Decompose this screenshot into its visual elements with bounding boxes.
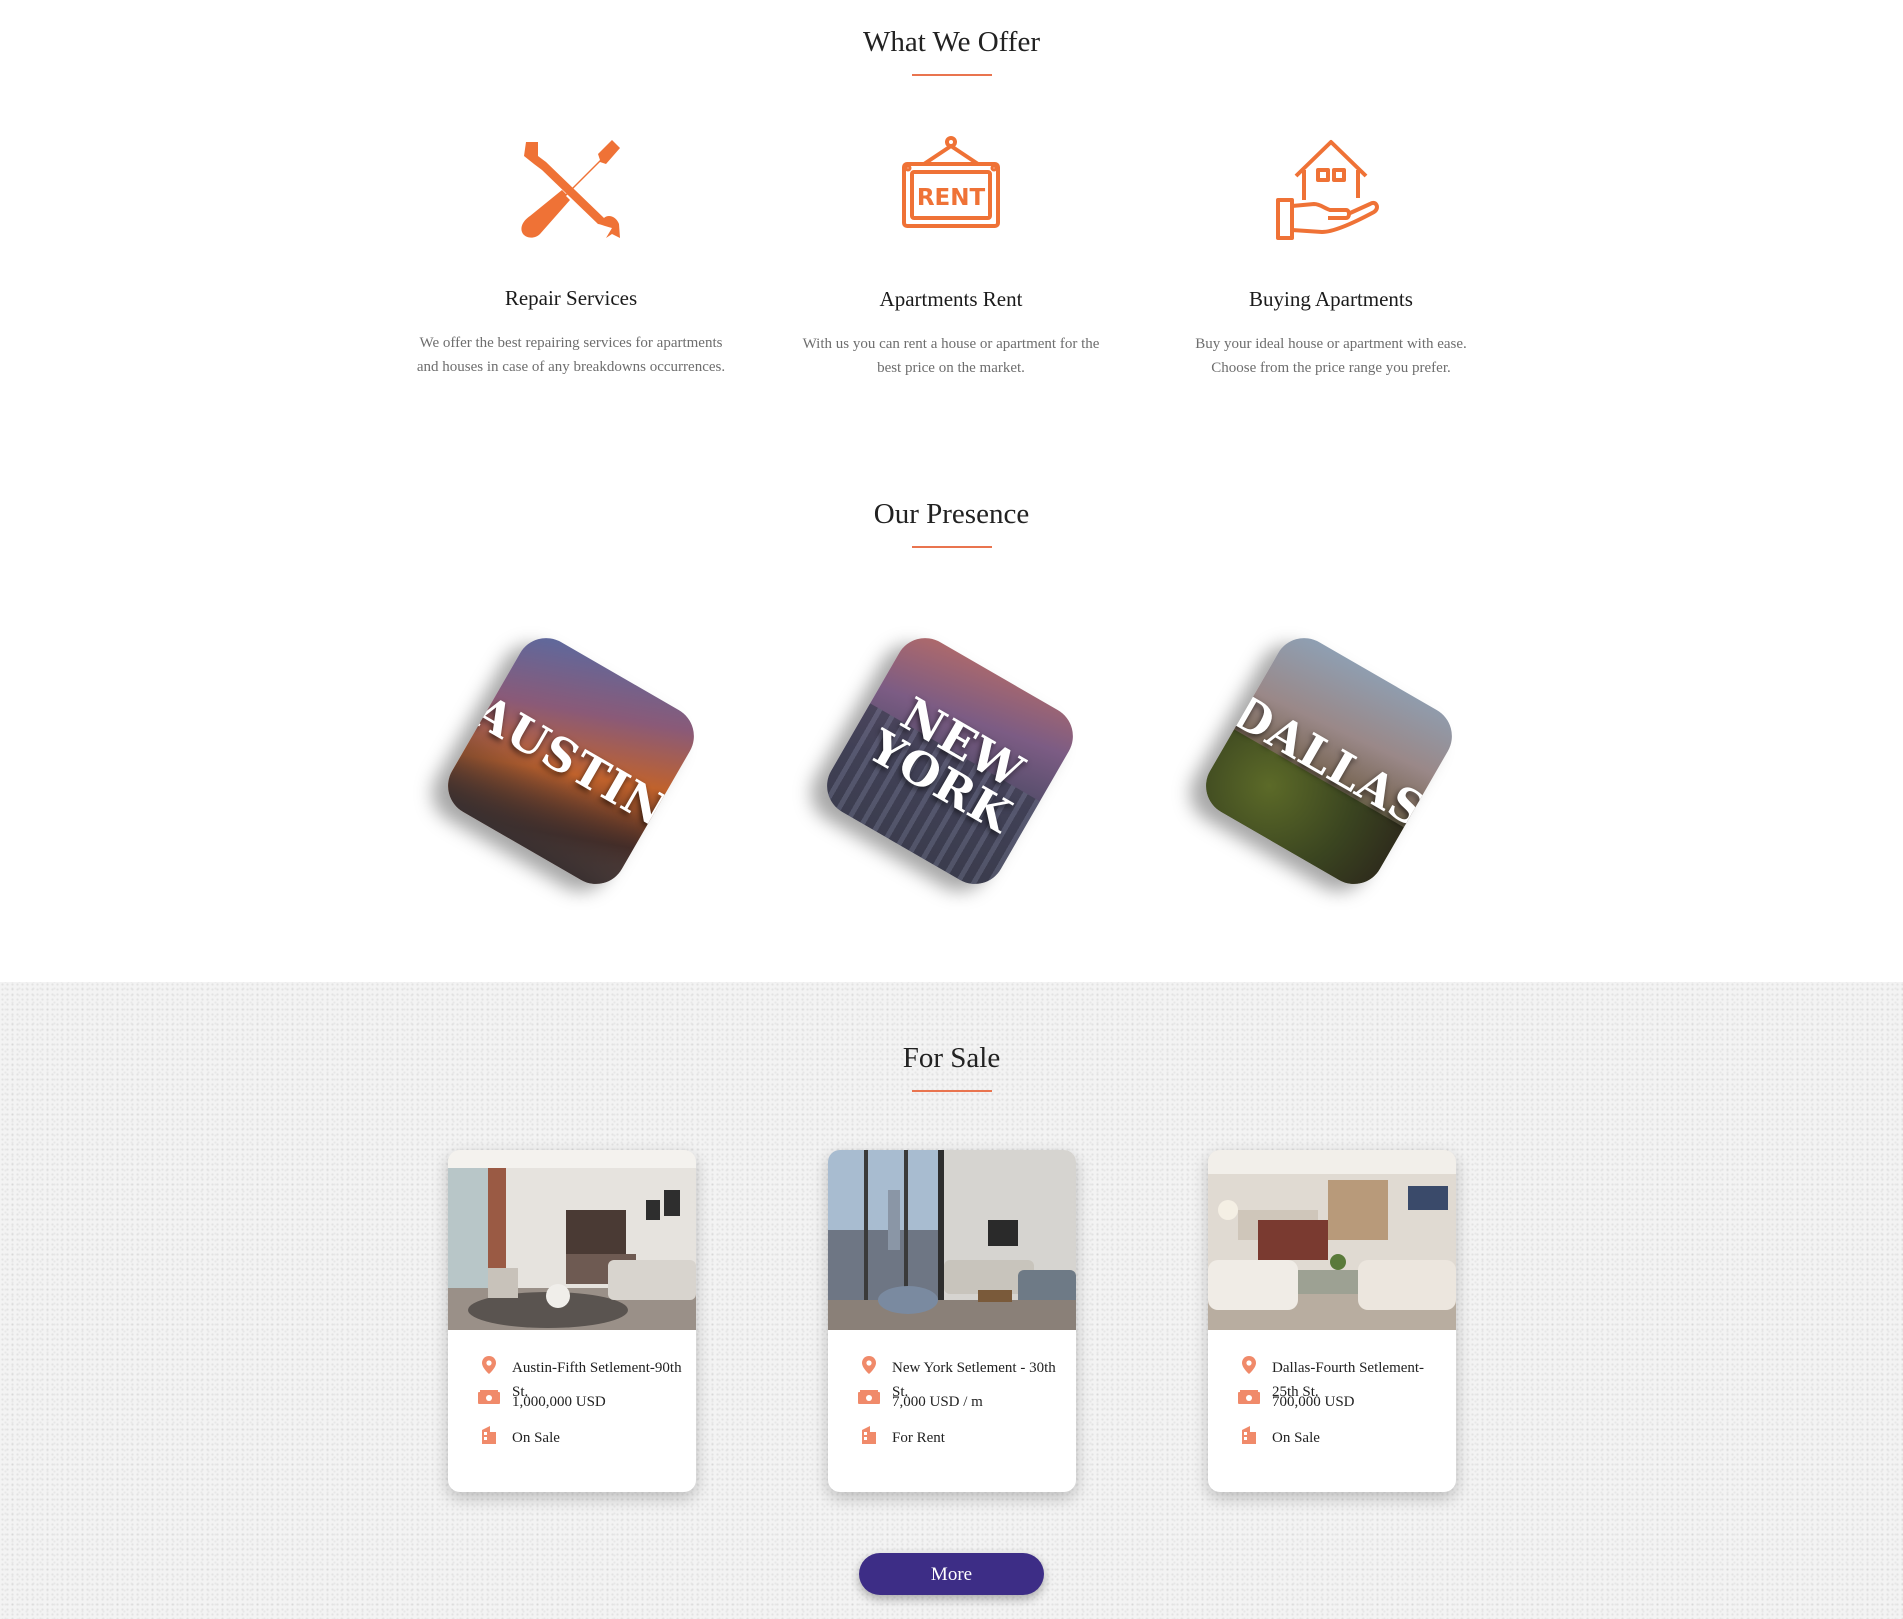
property-photo-dallas	[1208, 1150, 1456, 1330]
property-photo-austin	[448, 1150, 696, 1330]
property-price: 700,000 USD	[1272, 1394, 1355, 1410]
city-tile-new-york[interactable]: NEW YORK	[816, 627, 1084, 895]
property-status: On Sale	[512, 1430, 560, 1446]
building-icon	[862, 1426, 876, 1444]
property-card-dallas[interactable]: Dallas-Fourth Setlement-25th St. 700,000…	[1208, 1150, 1456, 1492]
property-photo-new-york	[828, 1150, 1076, 1330]
sale-title: For Sale	[902, 1042, 1001, 1074]
property-status: For Rent	[892, 1430, 945, 1446]
house-in-hand-icon	[1276, 140, 1379, 240]
offer-heading-repair: Repair Services	[504, 286, 638, 310]
property-price: 7,000 USD / m	[892, 1394, 983, 1410]
city-tile-dallas[interactable]: DALLAS	[1195, 627, 1463, 895]
property-card-new-york[interactable]: New York Setlement - 30th St. 7,000 USD …	[828, 1150, 1076, 1492]
rent-sign-icon: RENT	[902, 136, 1000, 228]
property-price: 1,000,000 USD	[512, 1394, 606, 1410]
offer-text-buying: Buy your ideal house or apartment with e…	[1195, 336, 1467, 376]
property-status: On Sale	[1272, 1430, 1320, 1446]
location-pin-icon	[482, 1356, 496, 1374]
location-pin-icon	[1242, 1356, 1256, 1374]
building-icon	[482, 1426, 496, 1444]
money-icon	[1238, 1390, 1260, 1404]
more-button[interactable]: More	[859, 1553, 1044, 1595]
money-icon	[478, 1390, 500, 1404]
offer-text-repair: We offer the best repairing services for…	[416, 335, 726, 375]
offer-heading-rent: Apartments Rent	[879, 287, 1023, 311]
rent-sign-text: RENT	[917, 185, 986, 211]
wrench-screwdriver-icon	[521, 140, 620, 238]
city-tile-austin[interactable]: AUSTIN	[437, 627, 705, 895]
offer-text-rent: With us you can rent a house or apartmen…	[802, 336, 1100, 376]
building-icon	[1242, 1426, 1256, 1444]
offer-title: What We Offer	[863, 26, 1040, 58]
property-card-austin[interactable]: Austin-Fifth Setlement-90th St. 1,000,00…	[448, 1150, 696, 1492]
sale-title-underline	[912, 1090, 992, 1092]
money-icon	[858, 1390, 880, 1404]
presence-title: Our Presence	[873, 498, 1030, 530]
offer-title-underline	[912, 74, 992, 76]
presence-title-underline	[912, 546, 992, 548]
offer-heading-buying: Buying Apartments	[1249, 287, 1413, 311]
location-pin-icon	[862, 1356, 876, 1374]
